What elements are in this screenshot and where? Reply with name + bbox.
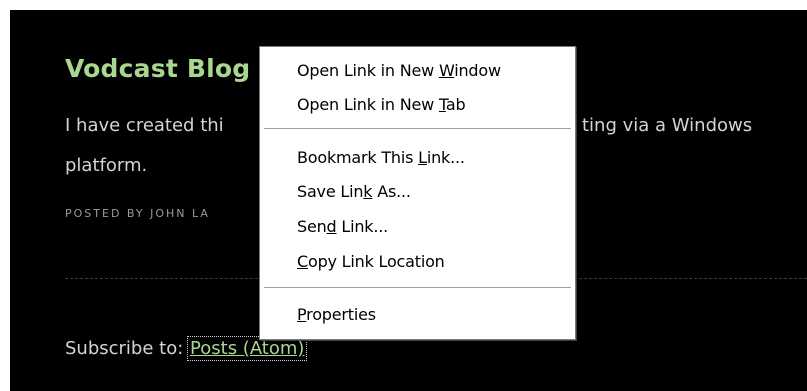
menu-item-save-link-as[interactable]: Save Link As... xyxy=(297,182,411,201)
menu-item-bookmark-link[interactable]: Bookmark This Link... xyxy=(297,148,465,167)
post-body-line-1: I have created thi xyxy=(65,115,224,136)
post-body-line-1-tail: ting via a Windows xyxy=(582,115,753,136)
menu-item-properties[interactable]: Properties xyxy=(297,305,376,324)
context-menu: Open Link in New Window Open Link in New… xyxy=(259,46,576,340)
post-body-line-2: platform. xyxy=(65,155,148,176)
post-title[interactable]: Vodcast Blog xyxy=(65,54,250,83)
menu-item-open-new-tab[interactable]: Open Link in New Tab xyxy=(297,95,466,114)
menu-separator xyxy=(264,287,571,288)
subscribe-label: Subscribe to: xyxy=(65,338,184,359)
menu-item-open-new-window[interactable]: Open Link in New Window xyxy=(297,61,501,80)
post-meta: POSTED BY JOHN LA xyxy=(65,207,210,220)
menu-separator xyxy=(264,128,571,129)
subscribe-line: Subscribe to: Posts (Atom) xyxy=(65,336,308,361)
subscribe-posts-atom-link[interactable]: Posts (Atom) xyxy=(187,336,308,361)
menu-item-send-link[interactable]: Send Link... xyxy=(297,217,388,236)
menu-item-copy-link-location[interactable]: Copy Link Location xyxy=(297,252,445,271)
